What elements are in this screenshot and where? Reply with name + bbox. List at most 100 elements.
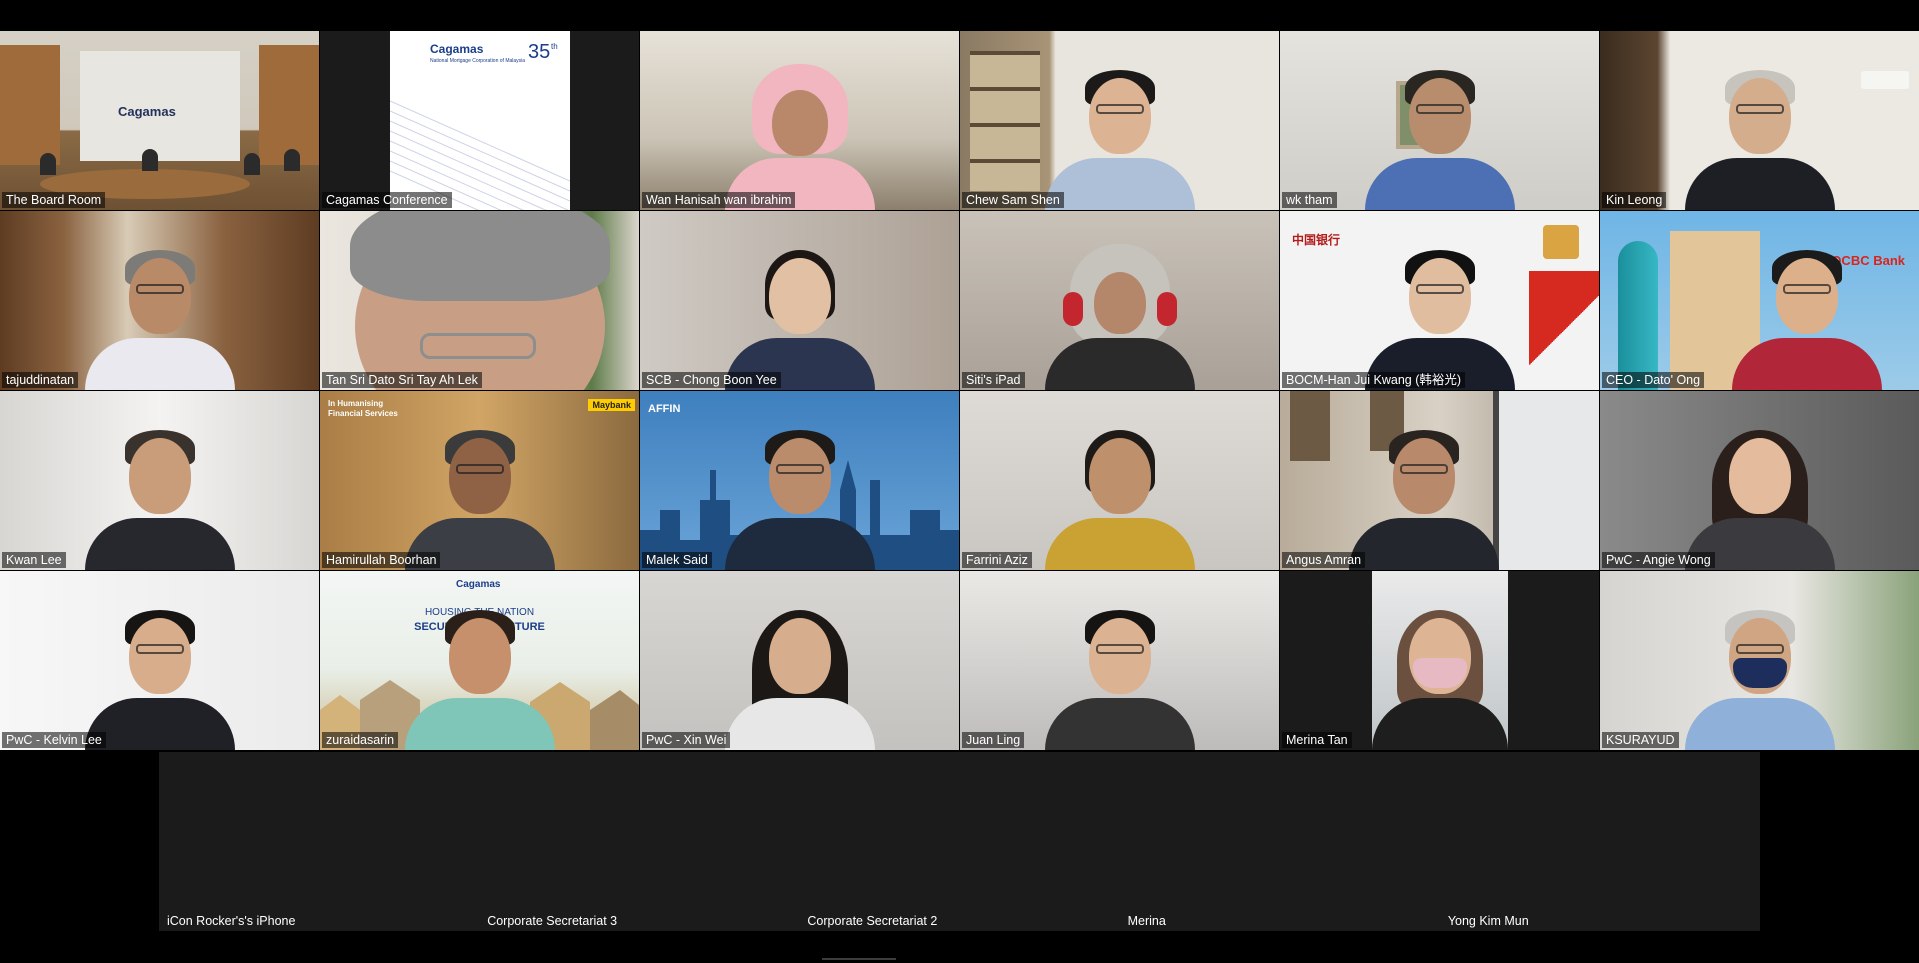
- headphones: [1156, 292, 1177, 326]
- participant-video: [724, 600, 875, 750]
- home-background: [1600, 31, 1919, 210]
- grey-hair: [349, 211, 610, 301]
- video-tile[interactable]: Siti's iPad: [960, 211, 1279, 390]
- gallery-page-indicator[interactable]: [822, 958, 896, 960]
- cagamas-logo-text: Cagamas: [430, 42, 484, 56]
- anniversary-suffix: th: [551, 42, 558, 51]
- face: [448, 618, 511, 694]
- glasses: [455, 464, 504, 474]
- participant-video: [724, 60, 875, 210]
- video-tile[interactable]: Wan Hanisah wan ibrahim: [640, 31, 959, 210]
- face: [1776, 258, 1839, 334]
- wall-frame: [1290, 391, 1330, 461]
- participant-name-label: Kin Leong: [1602, 192, 1667, 208]
- maybank-logo: Maybank: [588, 399, 635, 411]
- glasses: [135, 284, 184, 294]
- participant-video: [1684, 600, 1835, 750]
- room-background: [960, 211, 1279, 390]
- video-tile[interactable]: In Humanising Financial Services Maybank…: [320, 391, 639, 570]
- clothing: [1044, 338, 1195, 390]
- face: [1408, 78, 1471, 154]
- participant-name-label: KSURAYUD: [1602, 732, 1679, 748]
- participant-video: [1044, 420, 1195, 570]
- video-tile[interactable]: AFFIN Malek Said: [640, 391, 959, 570]
- suit: [84, 518, 235, 570]
- cagamas-tagline: National Mortgage Corporation of Malaysi…: [430, 58, 526, 64]
- anniversary-number: 35: [528, 41, 551, 63]
- shirt: [1364, 158, 1515, 210]
- shirt: [1684, 698, 1835, 750]
- video-gallery-grid: Cagamas The Board Room Cagamas National …: [0, 31, 1919, 751]
- participant-video: [1684, 420, 1835, 570]
- participant-video: [84, 600, 235, 750]
- video-tile[interactable]: Kin Leong: [1600, 31, 1919, 210]
- participant-video: [1684, 60, 1835, 210]
- participant-video: [84, 240, 235, 390]
- participant-name-label: zuraidasarin: [322, 732, 399, 748]
- bookshelf: [970, 51, 1040, 191]
- top: [1044, 698, 1195, 750]
- bank-of-china-logo: 中国银行: [1292, 233, 1341, 247]
- audio-participant-tile[interactable]: Corporate Secretariat 2: [799, 752, 1119, 931]
- video-tile[interactable]: SCB - Chong Boon Yee: [640, 211, 959, 390]
- glasses: [135, 644, 184, 654]
- headphones: [1062, 292, 1083, 326]
- top: [724, 698, 875, 750]
- video-tile[interactable]: 中国银行 BOCM-Han Jui Kwang (韩裕光): [1280, 211, 1599, 390]
- video-tile[interactable]: KSURAYUD: [1600, 571, 1919, 750]
- video-tile[interactable]: Chew Sam Shen: [960, 31, 1279, 210]
- video-tile[interactable]: Cagamas HOUSING THE NATION SECURING THE …: [320, 571, 639, 750]
- glasses: [1415, 284, 1464, 294]
- room-background: [640, 571, 959, 750]
- participant-name-label: BOCM-Han Jui Kwang (韩裕光): [1282, 372, 1466, 388]
- wood-panel: [259, 45, 319, 165]
- participant-name-label: Wan Hanisah wan ibrahim: [642, 192, 796, 208]
- face-mask: [1413, 658, 1467, 688]
- video-tile[interactable]: PwC - Angie Wong: [1600, 391, 1919, 570]
- face: [771, 90, 828, 156]
- participant-name-label: PwC - Angie Wong: [1602, 552, 1715, 568]
- audio-participant-tile[interactable]: Yong Kim Mun: [1440, 752, 1760, 931]
- video-tile[interactable]: OCBC Bank CEO - Dato' Ong: [1600, 211, 1919, 390]
- participant-name-label: Merina Tan: [1282, 732, 1352, 748]
- glasses: [1735, 104, 1784, 114]
- face: [1392, 438, 1455, 514]
- participant-video: [1044, 240, 1195, 390]
- video-tile[interactable]: Tan Sri Dato Sri Tay Ah Lek: [320, 211, 639, 390]
- portrait-video-frame: [1280, 571, 1599, 750]
- seated-person: [142, 149, 158, 171]
- participant-name-label: Hamirullah Boorhan: [322, 552, 441, 568]
- glasses: [1415, 104, 1464, 114]
- affin-virtual-background: AFFIN: [640, 391, 959, 570]
- bright-room-background: [0, 391, 319, 570]
- video-tile[interactable]: Cagamas National Mortgage Corporation of…: [320, 31, 639, 210]
- video-tile[interactable]: Farrini Aziz: [960, 391, 1279, 570]
- shirt: [1732, 338, 1883, 390]
- participant-name-label: Kwan Lee: [2, 552, 66, 568]
- video-tile[interactable]: PwC - Xin Wei: [640, 571, 959, 750]
- video-tile[interactable]: Merina Tan: [1280, 571, 1599, 750]
- video-tile[interactable]: wk tham: [1280, 31, 1599, 210]
- video-tile[interactable]: Cagamas The Board Room: [0, 31, 319, 210]
- glasses: [1095, 644, 1144, 654]
- audio-participant-tile[interactable]: Merina: [1120, 752, 1440, 931]
- face: [1408, 258, 1471, 334]
- video-tile[interactable]: PwC - Kelvin Lee: [0, 571, 319, 750]
- video-tile[interactable]: tajuddinatan: [0, 211, 319, 390]
- air-conditioner: [1861, 71, 1909, 89]
- participant-video: [84, 420, 235, 570]
- video-tile[interactable]: Kwan Lee: [0, 391, 319, 570]
- bocm-virtual-background: 中国银行: [1280, 211, 1599, 390]
- participant-name-label: Yong Kim Mun: [1447, 914, 1529, 928]
- audio-participant-tile[interactable]: Corporate Secretariat 3: [479, 752, 799, 931]
- video-tile[interactable]: Juan Ling: [960, 571, 1279, 750]
- audio-only-participants: iCon Rocker's's iPhone Corporate Secreta…: [159, 752, 1760, 931]
- face: [448, 438, 511, 514]
- audio-participant-tile[interactable]: iCon Rocker's's iPhone: [159, 752, 479, 931]
- seated-person: [40, 153, 56, 175]
- participant-video: [404, 600, 555, 750]
- video-tile[interactable]: Angus Amran: [1280, 391, 1599, 570]
- participant-video: [724, 240, 875, 390]
- suit: [1348, 518, 1499, 570]
- glasses: [1735, 644, 1784, 654]
